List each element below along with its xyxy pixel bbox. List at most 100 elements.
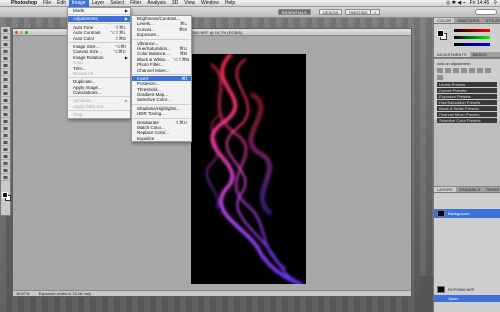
spotlight-icon[interactable]: ⚲ [493,0,497,7]
menu-item-label: Mode [73,8,85,13]
tool-icon[interactable] [1,28,10,34]
menu-item-calculations[interactable]: Calculations... [68,90,130,95]
tool-icon[interactable] [1,119,10,125]
curves-icon[interactable] [453,68,459,73]
menu-item-channel-mixer[interactable]: Channel Mixer... [132,68,191,73]
menu-analysis[interactable]: Analysis [144,0,169,7]
menu-item-adjustments[interactable]: Adjustments ▶ [68,16,130,22]
red-slider[interactable] [454,29,490,32]
foreground-color-swatch[interactable] [2,192,8,198]
menu-file[interactable]: File [40,0,54,7]
menu-separator [68,77,130,79]
tool-list [1,28,10,181]
menu-separator [68,22,130,24]
tool-icon[interactable] [1,98,10,104]
close-icon[interactable] [15,31,18,34]
tab-swatches[interactable]: SWATCHES [454,18,482,23]
brightness-icon[interactable] [437,68,443,73]
menu-select[interactable]: Select [107,0,127,7]
menu-image[interactable]: Image [68,0,89,7]
tool-icon[interactable] [1,112,10,118]
tool-icon[interactable] [1,56,10,62]
tool-icon[interactable] [1,168,10,174]
workspace-more[interactable]: » [370,9,381,15]
blue-slider[interactable] [454,43,490,46]
history-state[interactable]: Open [434,295,500,302]
menu-item-exposure[interactable]: Exposure... [132,32,191,37]
menu-item-mode[interactable]: Mode ▶ [68,8,130,13]
bw-icon[interactable] [437,75,443,80]
document-status-bar: 16.67% Exposure works in 32-bit only [13,290,411,296]
exposure-icon[interactable] [461,68,467,73]
tab-masks[interactable]: MASKS [470,52,490,57]
menu-item-auto-color[interactable]: Auto Color ⇧⌘B [68,36,130,41]
tab-paths[interactable]: PATHS [483,187,500,192]
preset-list: Levels Presets Curves Presets Exposure Pre… [437,82,497,123]
menu-window[interactable]: Window [198,0,222,7]
tool-icon[interactable] [1,70,10,76]
tool-icon[interactable] [1,133,10,139]
tab-channels[interactable]: CHANNELS [456,187,484,192]
status-icons[interactable]: ◎ ✱ ◀ ⌁ [446,0,466,7]
smoke-image [205,54,304,284]
menu-item-selective-color[interactable]: Selective Color... [132,97,191,102]
menubar-status: ◎ ✱ ◀ ⌁ Fri 14:45 ⚲ [446,0,497,7]
tool-icon[interactable] [1,49,10,55]
preset-black-white-presets[interactable]: Black & White Presets [437,106,497,111]
layer-row[interactable]: Background [434,209,500,218]
levels-icon[interactable] [445,68,451,73]
tab-styles[interactable]: STYLES [482,18,500,23]
minimize-icon[interactable] [20,31,23,34]
vibrance-icon[interactable] [469,68,475,73]
workspace-essentials[interactable]: ESSENTIALS [278,9,311,15]
hue-icon[interactable] [477,68,483,73]
zoom-readout[interactable]: 16.67% [16,291,30,296]
menu-item-hdr-toning[interactable]: HDR Toning... [132,111,191,116]
tab-adjustments[interactable]: ADJUSTMENTS [434,52,470,57]
preset-hue-saturation-presets[interactable]: Hue/Saturation Presets [437,100,497,105]
tool-icon[interactable] [1,154,10,160]
workspace-design[interactable]: DESIGN [319,9,343,15]
window-controls [15,31,28,34]
balance-icon[interactable] [485,68,491,73]
color-fg-swatch[interactable] [437,30,444,37]
tool-icon[interactable] [1,91,10,97]
tool-icon[interactable] [1,126,10,132]
menu-layer[interactable]: Layer [89,0,108,7]
collapsed-panels[interactable] [420,276,433,312]
workspace-painting[interactable]: PAINTING [345,9,372,15]
menu-help[interactable]: Help [222,0,238,7]
adjustments-panel: Add an adjustment Levels Presets Curves P… [434,58,500,123]
tool-icon[interactable] [1,63,10,69]
preset-curves-presets[interactable]: Curves Presets [437,88,497,93]
zoom-icon[interactable] [25,31,28,34]
tool-icon[interactable] [1,84,10,90]
green-slider[interactable] [454,36,490,39]
menu-filter[interactable]: Filter [127,0,144,7]
tool-icon[interactable] [1,77,10,83]
tool-icon[interactable] [1,105,10,111]
image-canvas[interactable] [191,54,306,284]
menu-edit[interactable]: Edit [54,0,69,7]
menu-photoshop[interactable]: Photoshop [8,0,40,7]
tab-layers[interactable]: LAYERS [434,187,456,192]
menu-item-shortcut: ⇧⌘B [114,35,126,41]
menu-3d[interactable]: 3D [169,0,181,7]
menu-item-label: Channel Mixer... [137,67,170,73]
history-snapshot[interactable]: RCP0560.NEF [434,285,500,294]
tool-icon[interactable] [1,42,10,48]
preset-channel-mixer-presets[interactable]: Channel Mixer Presets [437,112,497,117]
tool-icon[interactable] [1,140,10,146]
tab-color[interactable]: COLOR [434,18,455,23]
preset-exposure-presets[interactable]: Exposure Presets [437,94,497,99]
tool-icon[interactable] [1,175,10,181]
tool-icon[interactable] [1,35,10,41]
search-field[interactable] [475,9,497,15]
menu-view[interactable]: View [181,0,198,7]
preset-levels-presets[interactable]: Levels Presets [437,82,497,87]
preset-selective-color-presets[interactable]: Selective Color Presets [437,118,497,123]
clock[interactable]: Fri 14:45 [470,0,490,7]
tool-icon[interactable] [1,147,10,153]
tool-icon[interactable] [1,161,10,167]
menu-item-equalize[interactable]: Equalize [132,136,191,141]
